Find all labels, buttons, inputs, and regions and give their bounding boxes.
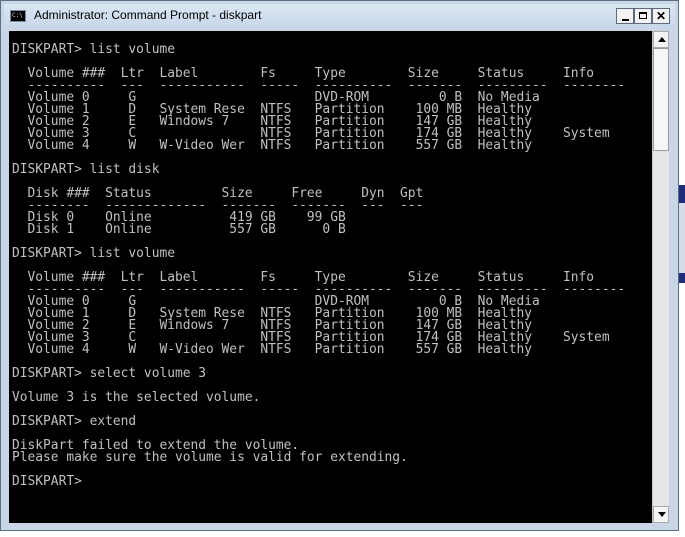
minimize-icon	[622, 19, 629, 21]
scroll-up-button[interactable]	[653, 31, 669, 48]
console-line: Volume 4 W W-Video Wer NTFS Partition 55…	[12, 138, 532, 153]
background-strip-dark-2	[679, 273, 685, 283]
scroll-up-arrow-icon	[658, 37, 666, 42]
scroll-down-arrow-icon	[658, 512, 666, 517]
console-text: DISKPART> list volume Volume ### Ltr Lab…	[9, 31, 652, 488]
window-title: Administrator: Command Prompt - diskpart	[34, 8, 262, 22]
minimize-button[interactable]	[616, 8, 634, 24]
background-strip-light	[679, 203, 685, 273]
maximize-button[interactable]	[634, 8, 652, 24]
console-line: Volume 4 W W-Video Wer NTFS Partition 55…	[12, 342, 532, 357]
console-line: Volume 3 is the selected volume.	[12, 390, 261, 405]
command-prompt-window: C:\ Administrator: Command Prompt - disk…	[0, 0, 679, 531]
console-line: DISKPART> extend	[12, 414, 137, 429]
console-line: DISKPART> list volume	[12, 246, 175, 261]
console-line: DISKPART> list volume	[12, 42, 175, 57]
title-bar[interactable]: C:\ Administrator: Command Prompt - disk…	[4, 4, 675, 28]
scroll-down-button[interactable]	[653, 506, 669, 523]
close-button[interactable]: ✕	[652, 8, 670, 24]
console-line: DISKPART>	[12, 474, 90, 489]
close-icon: ✕	[655, 9, 667, 23]
console-line: Disk 1 Online 557 GB 0 B	[12, 222, 346, 237]
maximize-icon	[639, 12, 647, 19]
console-line: DISKPART> list disk	[12, 162, 160, 177]
background-strip-dark	[679, 185, 685, 203]
console-line: Please make sure the volume is valid for…	[12, 450, 408, 465]
console-icon[interactable]: C:\	[10, 10, 26, 22]
scroll-thumb[interactable]	[653, 48, 669, 151]
vertical-scrollbar[interactable]	[652, 31, 669, 523]
console-line: DISKPART> select volume 3	[12, 366, 207, 381]
console-output[interactable]: DISKPART> list volume Volume ### Ltr Lab…	[9, 31, 652, 523]
